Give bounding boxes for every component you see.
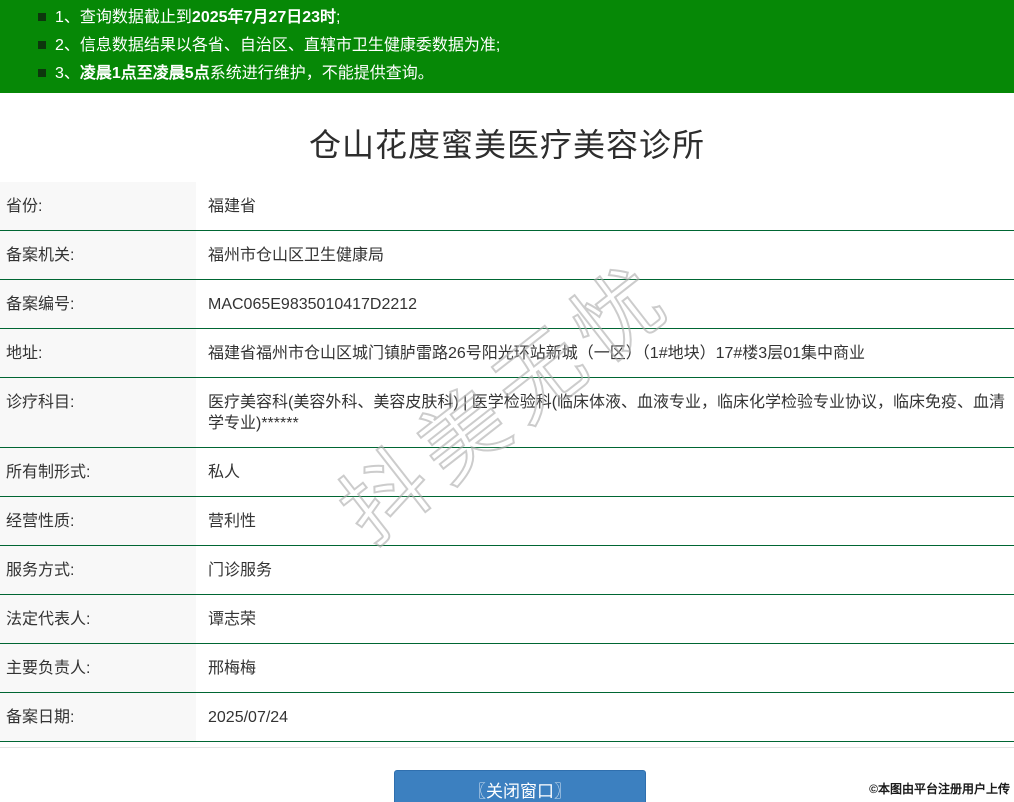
row-label: 主要负责人:	[0, 644, 196, 692]
notice-list: 1、查询数据截止到2025年7月27日23时; 2、信息数据结果以各省、自治区、…	[38, 4, 1004, 88]
info-table: 省份: 福建省 备案机关: 福州市仓山区卫生健康局 备案编号: MAC065E9…	[0, 182, 1014, 742]
copyright-note: ©本图由平台注册用户上传	[869, 780, 1010, 797]
row-value: 福建省福州市仓山区城门镇胪雷路26号阳光环站新城（一区）（1#地块）17#楼3层…	[196, 329, 1014, 377]
row-value: 福州市仓山区卫生健康局	[196, 231, 1014, 279]
notice-text: 信息数据结果以各省、自治区、直辖市卫生健康委数据为准;	[80, 37, 500, 54]
notice-number: 3、	[55, 65, 80, 82]
row-value: MAC065E9835010417D2212	[196, 280, 1014, 328]
table-row: 主要负责人: 邢梅梅	[0, 644, 1014, 693]
row-label: 省份:	[0, 182, 196, 230]
row-label: 备案编号:	[0, 280, 196, 328]
notice-text: 系统进行维护，不能提供查询。	[210, 65, 434, 82]
notice-item: 3、凌晨1点至凌晨5点系统进行维护，不能提供查询。	[38, 60, 1004, 88]
table-row: 备案编号: MAC065E9835010417D2212	[0, 280, 1014, 329]
row-value: 私人	[196, 448, 1014, 496]
close-window-button[interactable]: 〖关闭窗口〗	[394, 770, 646, 802]
table-row: 经营性质: 营利性	[0, 497, 1014, 546]
table-row: 诊疗科目: 医疗美容科(美容外科、美容皮肤科) | 医学检验科(临床体液、血液专…	[0, 378, 1014, 448]
table-row: 备案机关: 福州市仓山区卫生健康局	[0, 231, 1014, 280]
notice-number: 2、	[55, 37, 80, 54]
table-row: 地址: 福建省福州市仓山区城门镇胪雷路26号阳光环站新城（一区）（1#地块）17…	[0, 329, 1014, 378]
row-label: 备案日期:	[0, 693, 196, 741]
row-label: 经营性质:	[0, 497, 196, 545]
query-result-page: 1、查询数据截止到2025年7月27日23时; 2、信息数据结果以各省、自治区、…	[0, 0, 1014, 802]
footer-divider	[0, 747, 1014, 748]
notice-text-bold: 凌晨1点至凌晨5点	[80, 65, 210, 82]
square-bullet-icon	[38, 41, 46, 49]
row-label: 地址:	[0, 329, 196, 377]
row-value: 门诊服务	[196, 546, 1014, 594]
notice-item: 1、查询数据截止到2025年7月27日23时;	[38, 4, 1004, 32]
row-label: 诊疗科目:	[0, 378, 196, 447]
notice-number: 1、	[55, 9, 80, 26]
row-value: 邢梅梅	[196, 644, 1014, 692]
row-value: 福建省	[196, 182, 1014, 230]
table-row: 法定代表人: 谭志荣	[0, 595, 1014, 644]
row-label: 所有制形式:	[0, 448, 196, 496]
notice-item: 2、信息数据结果以各省、自治区、直辖市卫生健康委数据为准;	[38, 32, 1004, 60]
notice-text: 查询数据截止到	[80, 9, 192, 26]
table-row: 备案日期: 2025/07/24	[0, 693, 1014, 742]
table-row: 所有制形式: 私人	[0, 448, 1014, 497]
square-bullet-icon	[38, 69, 46, 77]
page-title: 仓山花度蜜美医疗美容诊所	[0, 123, 1014, 167]
row-label: 法定代表人:	[0, 595, 196, 643]
notice-text: ;	[336, 9, 340, 26]
row-value: 营利性	[196, 497, 1014, 545]
row-value: 2025/07/24	[196, 693, 1014, 741]
notice-banner: 1、查询数据截止到2025年7月27日23时; 2、信息数据结果以各省、自治区、…	[0, 0, 1014, 93]
table-row: 服务方式: 门诊服务	[0, 546, 1014, 595]
row-value: 谭志荣	[196, 595, 1014, 643]
table-row: 省份: 福建省	[0, 182, 1014, 231]
row-label: 服务方式:	[0, 546, 196, 594]
square-bullet-icon	[38, 13, 46, 21]
row-value: 医疗美容科(美容外科、美容皮肤科) | 医学检验科(临床体液、血液专业，临床化学…	[196, 378, 1014, 447]
notice-text-bold: 2025年7月27日23时	[192, 9, 336, 26]
row-label: 备案机关:	[0, 231, 196, 279]
